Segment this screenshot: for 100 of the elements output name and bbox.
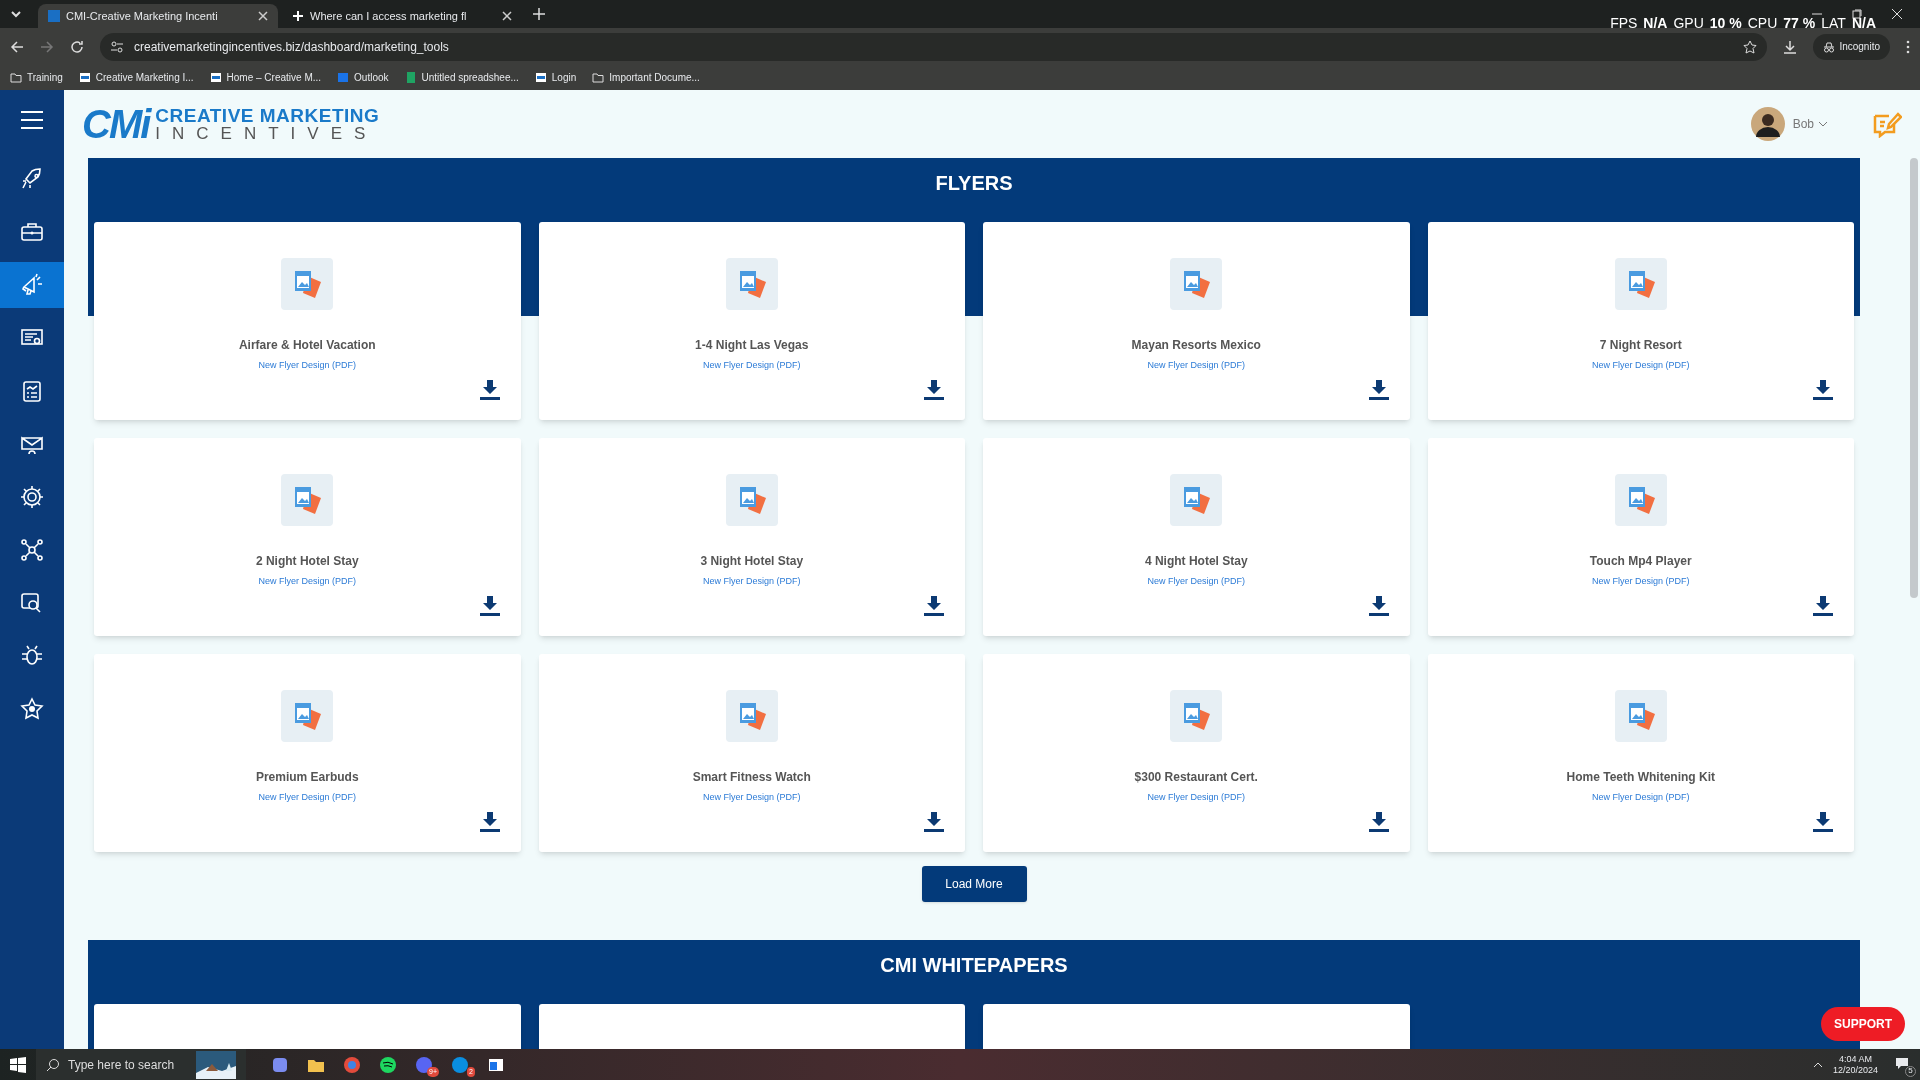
flyer-icon xyxy=(1170,690,1223,742)
bookmark[interactable]: Creative Marketing I... xyxy=(78,70,194,85)
overlay-label: LAT xyxy=(1821,16,1846,30)
card-subtitle: New Flyer Design (PDF) xyxy=(703,359,801,372)
site-info-icon[interactable] xyxy=(110,39,124,54)
overlay-value: N/A xyxy=(1851,16,1876,30)
browser-icon xyxy=(342,1054,362,1075)
flyer-icon xyxy=(725,474,778,526)
sheet-icon xyxy=(404,72,417,83)
browser-tab[interactable]: CMI-Creative Marketing Incenti xyxy=(38,4,278,28)
reload-icon[interactable] xyxy=(70,39,84,54)
back-icon[interactable] xyxy=(10,39,24,54)
section-title: CMI WHITEPAPERS xyxy=(880,953,1068,978)
favicon-icon xyxy=(78,72,91,83)
download-button[interactable] xyxy=(478,380,501,400)
card-title: Smart Fitness Watch xyxy=(692,769,811,786)
download-button[interactable] xyxy=(923,812,945,832)
card-subtitle: New Flyer Design (PDF) xyxy=(703,791,801,804)
restore-icon[interactable] xyxy=(1852,9,1862,19)
overlay-value: 10 % xyxy=(1709,16,1742,30)
close-icon[interactable] xyxy=(502,11,512,21)
bookmark[interactable]: Login xyxy=(534,70,577,85)
card-subtitle: New Flyer Design (PDF) xyxy=(258,575,356,588)
card-title: 7 Night Resort xyxy=(1599,337,1682,354)
flyer-icon xyxy=(281,258,334,310)
user-menu[interactable]: Bob xyxy=(1792,115,1828,133)
folder-icon xyxy=(592,72,605,83)
rocket-icon xyxy=(20,167,44,191)
clipboard-icon xyxy=(20,379,44,403)
star-icon xyxy=(20,697,44,721)
clock[interactable]: 4:04 AM 12/20/2024 xyxy=(1832,1053,1878,1076)
download-icon[interactable] xyxy=(1783,39,1798,54)
bookmark[interactable]: Untitled spreadshee... xyxy=(404,70,519,85)
overlay-value: N/A xyxy=(1643,16,1668,30)
flyer-icon xyxy=(1614,474,1667,526)
download-button[interactable] xyxy=(478,596,501,616)
download-button[interactable] xyxy=(1367,596,1390,616)
network-icon xyxy=(20,538,44,562)
menu-icon[interactable] xyxy=(20,110,44,130)
download-button[interactable] xyxy=(1812,596,1834,616)
card-title: Premium Earbuds xyxy=(255,769,359,786)
overlay-value: 77 % xyxy=(1783,16,1816,30)
incognito-badge[interactable]: Incognito xyxy=(1813,33,1890,60)
card-title: 2 Night Hotel Stay xyxy=(255,553,359,570)
bookmark[interactable]: Home – Creative M... xyxy=(209,70,322,85)
flyer-icon xyxy=(725,690,778,742)
forward-icon[interactable] xyxy=(40,39,54,54)
download-button[interactable] xyxy=(1367,812,1390,832)
music-app-icon xyxy=(378,1054,398,1075)
overlay-label: GPU xyxy=(1673,16,1704,30)
card-title: 4 Night Hotel Stay xyxy=(1144,553,1248,570)
avatar xyxy=(1750,107,1785,141)
star-icon[interactable] xyxy=(1743,39,1758,54)
flyer-icon xyxy=(1170,258,1223,310)
card-subtitle: New Flyer Design (PDF) xyxy=(1592,791,1690,804)
bookmark[interactable]: Important Docume... xyxy=(592,70,700,85)
download-button[interactable] xyxy=(1367,380,1390,400)
card-title: Home Teeth Whitening Kit xyxy=(1566,769,1715,786)
plus-icon xyxy=(292,10,304,22)
load-more-button[interactable]: Load More xyxy=(921,866,1027,902)
scrollbar[interactable] xyxy=(1910,158,1918,598)
browser-tab[interactable]: Where can I access marketing fl xyxy=(282,4,522,28)
folder-icon xyxy=(10,72,22,83)
flyer-icon xyxy=(1614,690,1667,742)
card-subtitle: New Flyer Design (PDF) xyxy=(1147,791,1245,804)
flyer-icon xyxy=(281,474,334,526)
menu-icon[interactable] xyxy=(1906,39,1910,54)
card-title: $300 Restaurant Cert. xyxy=(1134,769,1258,786)
support-button[interactable]: SUPPORT xyxy=(1821,1007,1905,1041)
bookmark[interactable]: Outlook xyxy=(337,70,389,85)
download-button[interactable] xyxy=(923,380,945,400)
section-title: FLYERS xyxy=(935,171,1013,196)
download-button[interactable] xyxy=(478,812,501,832)
card-subtitle: New Flyer Design (PDF) xyxy=(1592,359,1690,372)
card-title: Airfare & Hotel Vacation xyxy=(238,337,376,354)
download-button[interactable] xyxy=(1812,380,1834,400)
bug-icon xyxy=(20,644,44,668)
briefcase-icon xyxy=(20,220,44,244)
taskbar-search[interactable]: Type here to search xyxy=(36,1049,246,1080)
download-button[interactable] xyxy=(923,596,945,616)
download-button[interactable] xyxy=(1812,812,1834,832)
gear-icon xyxy=(20,485,44,509)
favicon-icon xyxy=(209,72,222,83)
card-title: Mayan Resorts Mexico xyxy=(1131,337,1261,354)
chevron-up-icon[interactable] xyxy=(1812,1061,1823,1068)
winter-scene-icon xyxy=(196,1050,236,1079)
flyer-icon xyxy=(725,258,778,310)
mail-icon xyxy=(337,72,350,83)
windows-icon[interactable] xyxy=(10,1056,26,1073)
card-subtitle: New Flyer Design (PDF) xyxy=(703,575,801,588)
flyer-icon xyxy=(1170,474,1223,526)
card-title: 3 Night Hotel Stay xyxy=(700,553,804,570)
incognito-icon xyxy=(1823,40,1836,53)
card-subtitle: New Flyer Design (PDF) xyxy=(1147,359,1245,372)
close-icon[interactable] xyxy=(1892,9,1902,19)
card-subtitle: New Flyer Design (PDF) xyxy=(1147,575,1245,588)
bookmark[interactable]: Training xyxy=(10,70,63,85)
search-icon xyxy=(46,1057,60,1072)
close-icon[interactable] xyxy=(258,11,268,21)
new-tab-icon[interactable] xyxy=(532,7,546,21)
